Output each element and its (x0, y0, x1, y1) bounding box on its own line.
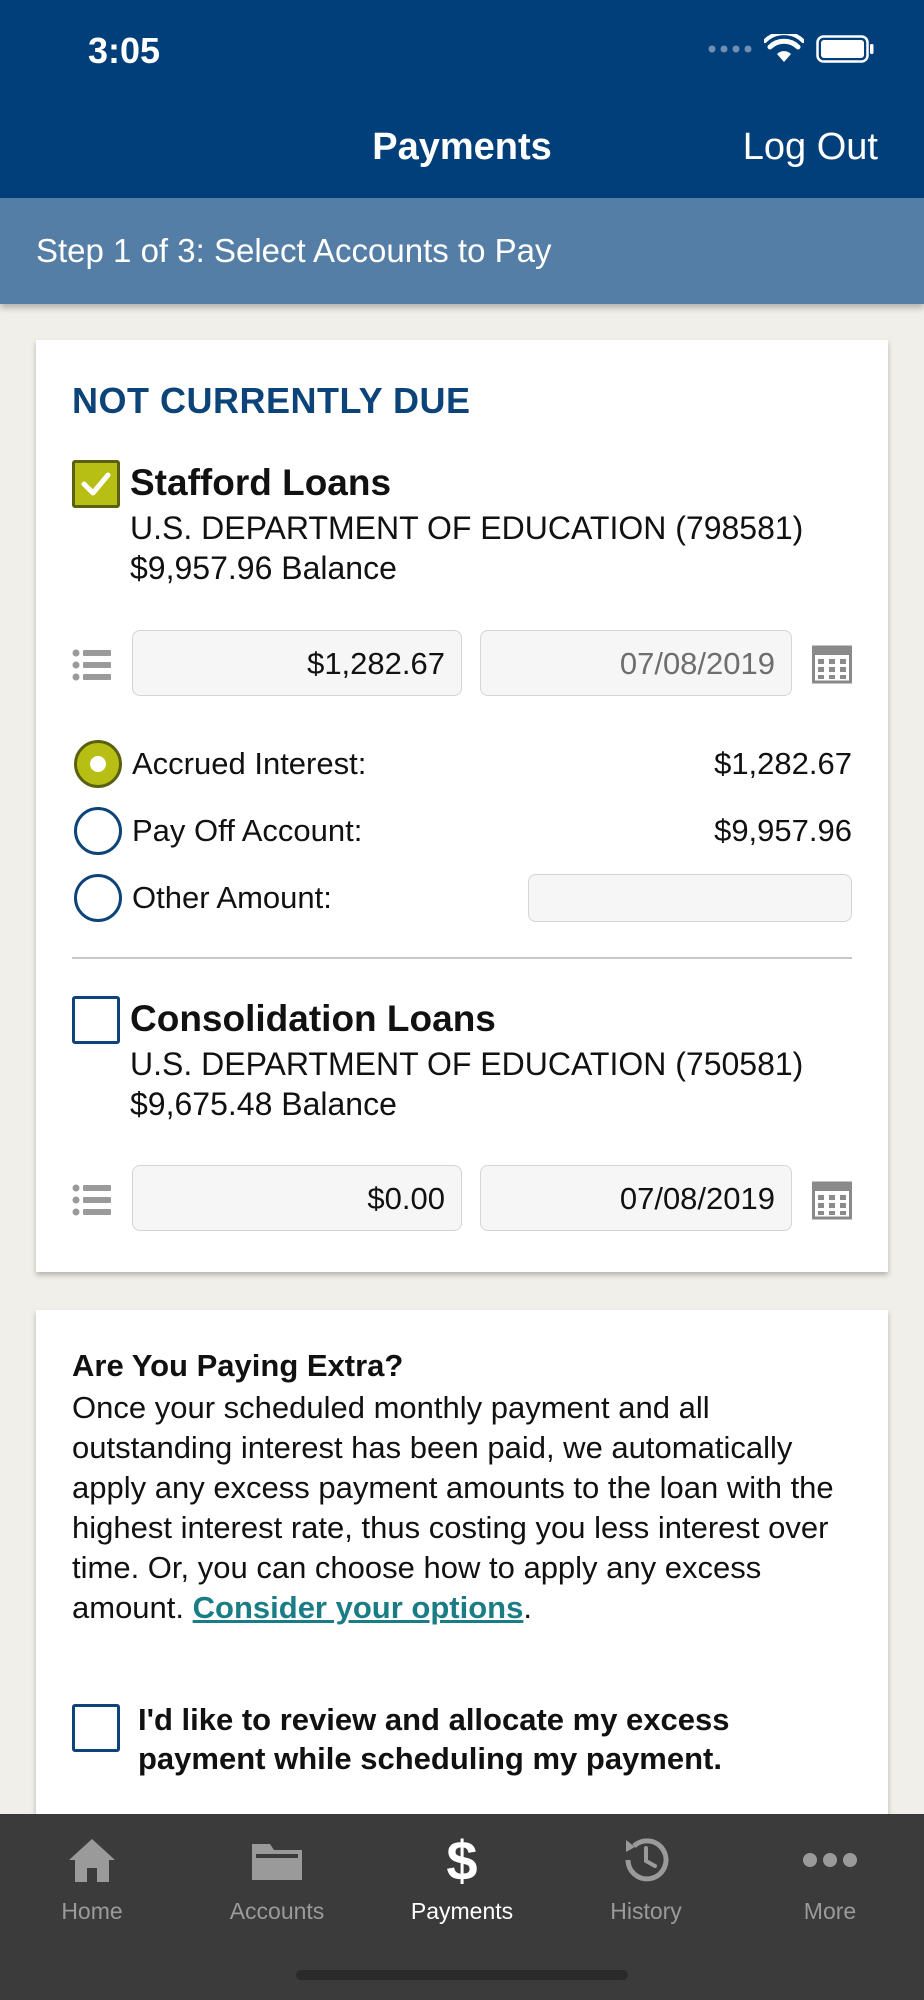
extra-description: Once your scheduled monthly payment and … (72, 1388, 862, 1628)
tab-label: Home (61, 1898, 123, 1924)
radio-value: $1,282.67 (714, 746, 852, 781)
radio-label: Pay Off Account: (132, 813, 363, 848)
tab-accounts[interactable]: Accounts (185, 1830, 369, 1950)
tab-more[interactable]: More (738, 1830, 922, 1950)
signal-icon (708, 45, 752, 53)
payment-amount-field[interactable]: $0.00 (132, 1165, 462, 1231)
step-bar: Step 1 of 3: Select Accounts to Pay (0, 198, 924, 304)
calendar-icon[interactable] (812, 1180, 852, 1220)
tab-label: More (803, 1898, 857, 1924)
folder-icon (252, 1844, 302, 1880)
payment-date-field[interactable]: 07/08/2019 (480, 1165, 792, 1231)
more-icon (803, 1853, 857, 1867)
svg-text:$: $ (446, 1830, 477, 1890)
consolidation-loan-checkbox[interactable] (72, 996, 120, 1044)
other-amount-input[interactable] (528, 874, 852, 922)
radio-label: Accrued Interest: (132, 746, 367, 781)
tab-payments[interactable]: $ Payments (370, 1830, 554, 1950)
link-suffix: . (523, 1590, 532, 1625)
loan-balance: $9,957.96 Balance (130, 550, 397, 586)
payment-amount-field[interactable]: $1,282.67 (132, 630, 462, 696)
status-bar: 3:05 (0, 0, 924, 98)
tab-history[interactable]: History (554, 1830, 738, 1950)
checkmark-icon (81, 472, 111, 496)
dollar-icon: $ (446, 1830, 477, 1890)
home-indicator (296, 1970, 628, 1980)
tab-label: Payments (410, 1898, 514, 1924)
extra-title: Are You Paying Extra? (72, 1348, 404, 1383)
allocate-excess-label: I'd like to review and allocate my exces… (138, 1702, 730, 1776)
nav-bar: Payments Log Out (0, 98, 924, 198)
tab-home[interactable]: Home (0, 1830, 184, 1950)
other-amount-radio[interactable] (74, 874, 122, 922)
list-icon[interactable] (72, 648, 112, 682)
radio-label: Other Amount: (132, 880, 332, 915)
not-currently-due-card: NOT CURRENTLY DUE Stafford Loans U.S. DE… (36, 340, 888, 1272)
loan-name: Consolidation Loans (130, 998, 496, 1039)
pay-off-account-radio[interactable] (74, 807, 122, 855)
battery-icon (816, 35, 874, 63)
divider (72, 957, 852, 959)
list-icon[interactable] (72, 1183, 112, 1217)
calendar-icon[interactable] (812, 644, 852, 684)
tab-label: Accounts (229, 1898, 325, 1924)
status-time: 3:05 (88, 30, 161, 71)
accrued-interest-radio[interactable] (74, 740, 122, 788)
logout-button[interactable]: Log Out (743, 126, 878, 169)
payment-date-field[interactable]: 07/08/2019 (480, 630, 792, 696)
tab-label: History (610, 1898, 682, 1924)
step-indicator: Step 1 of 3: Select Accounts to Pay (36, 232, 552, 269)
wifi-icon (764, 34, 804, 62)
allocate-excess-checkbox[interactable] (72, 1704, 120, 1752)
stafford-loan-checkbox[interactable] (72, 460, 120, 508)
loan-lender: U.S. DEPARTMENT OF EDUCATION (798581) (130, 510, 804, 546)
status-icons (708, 34, 874, 64)
loan-lender: U.S. DEPARTMENT OF EDUCATION (750581) (130, 1046, 804, 1082)
radio-value: $9,957.96 (714, 813, 852, 848)
paying-extra-card: Are You Paying Extra? Once your schedule… (36, 1310, 888, 1830)
section-title: NOT CURRENTLY DUE (72, 380, 471, 421)
history-icon (625, 1838, 669, 1882)
loan-balance: $9,675.48 Balance (130, 1086, 397, 1122)
consider-options-link[interactable]: Consider your options (193, 1590, 524, 1625)
loan-name: Stafford Loans (130, 462, 392, 503)
home-icon (69, 1839, 115, 1882)
